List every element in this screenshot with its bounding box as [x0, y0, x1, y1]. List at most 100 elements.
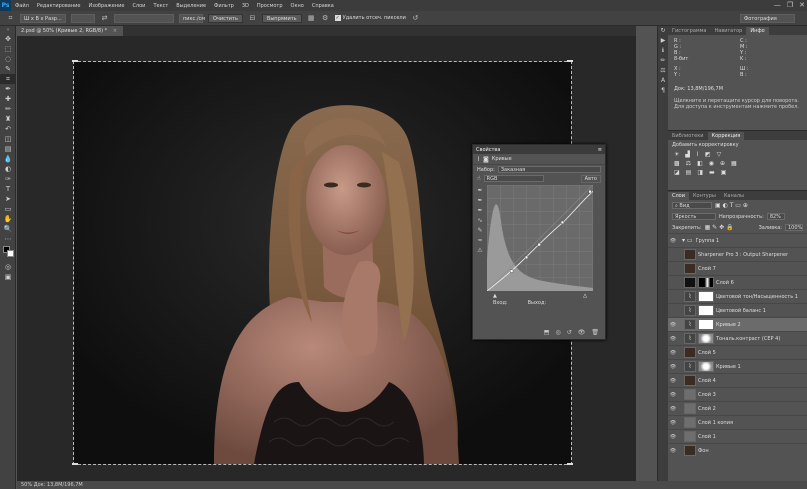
- white-point-eyedropper-icon[interactable]: ✒: [477, 207, 482, 214]
- layer-thumbnail[interactable]: [684, 375, 696, 386]
- crop-handle[interactable]: [72, 60, 78, 62]
- layer-visibility-eye-icon[interactable]: 👁: [668, 350, 678, 356]
- delete-adjustment-icon[interactable]: 🗑: [591, 329, 599, 336]
- invert-icon[interactable]: ◪: [674, 169, 680, 176]
- brush-preset-icon[interactable]: ✏: [658, 56, 668, 66]
- posterize-icon[interactable]: ▤: [686, 169, 692, 176]
- tab-navigator[interactable]: Навигатор: [711, 27, 747, 35]
- crop-tool-icon[interactable]: ⌗: [0, 74, 16, 84]
- tab-histogram[interactable]: Гистограмма: [668, 27, 711, 35]
- screen-mode-icon[interactable]: ▣: [0, 272, 16, 282]
- layer-thumbnail[interactable]: [684, 389, 696, 400]
- tab-adjustments[interactable]: Коррекция: [707, 132, 745, 140]
- reset-icon[interactable]: ↺: [411, 14, 420, 23]
- layer-thumbnail[interactable]: ⌇: [684, 291, 696, 302]
- layer-thumbnail[interactable]: [684, 277, 696, 288]
- brush-tool-icon[interactable]: ✏: [0, 104, 16, 114]
- overlay-grid-icon[interactable]: ▦: [307, 14, 316, 23]
- layer-thumbnail[interactable]: [684, 347, 696, 358]
- layer-visibility-eye-icon[interactable]: 👁: [668, 378, 678, 384]
- crop-handle[interactable]: [567, 463, 573, 465]
- eyedropper-tool-icon[interactable]: ✒: [0, 84, 16, 94]
- black-white-icon[interactable]: ◧: [697, 160, 703, 167]
- preset-select[interactable]: Заказная: [497, 166, 601, 173]
- layer-mask-thumbnail[interactable]: [698, 305, 714, 316]
- menu-window[interactable]: Окно: [287, 3, 308, 9]
- brightness-icon[interactable]: ☀: [674, 151, 679, 158]
- photo-filter-icon[interactable]: ◉: [709, 160, 714, 167]
- layer-thumbnail[interactable]: [684, 431, 696, 442]
- layer-row[interactable]: 👁 ⌇ Кривые 2: [668, 317, 807, 331]
- target-adjust-icon[interactable]: ☝: [477, 175, 481, 182]
- threshold-icon[interactable]: ◨: [697, 169, 703, 176]
- crop-handle[interactable]: [72, 463, 78, 465]
- layer-visibility-eye-icon[interactable]: 👁: [668, 238, 678, 244]
- layer-visibility-eye-icon[interactable]: 👁: [668, 434, 678, 440]
- layer-thumbnail[interactable]: ⌇: [684, 305, 696, 316]
- hand-tool-icon[interactable]: ✋: [0, 214, 16, 224]
- restore-button[interactable]: ❐: [787, 0, 793, 11]
- color-lookup-icon[interactable]: ▦: [731, 160, 737, 167]
- color-balance-icon[interactable]: ⚖: [686, 160, 691, 167]
- layer-row[interactable]: 👁 Слой 5: [668, 345, 807, 359]
- move-tool-icon[interactable]: ✥: [0, 34, 16, 44]
- blur-tool-icon[interactable]: 💧: [0, 154, 16, 164]
- marquee-tool-icon[interactable]: ⬚: [0, 44, 16, 54]
- menu-view[interactable]: Просмотр: [253, 3, 287, 9]
- history-brush-icon[interactable]: ↶: [0, 124, 16, 134]
- layer-row[interactable]: ⌇ Цветовой баланс 1: [668, 303, 807, 317]
- path-select-icon[interactable]: ➤: [0, 194, 16, 204]
- menu-filter[interactable]: Фильтр: [210, 3, 238, 9]
- tab-libraries[interactable]: Библиотеки: [668, 132, 708, 140]
- layer-row[interactable]: 👁 ⌇ Тональ.контраст (CEP 4): [668, 331, 807, 345]
- quick-select-tool-icon[interactable]: ✎: [0, 64, 16, 74]
- channel-select[interactable]: RGB: [483, 175, 544, 182]
- menu-3d[interactable]: 3D: [238, 3, 253, 9]
- units-field[interactable]: пикс./см: [179, 13, 205, 23]
- gradient-map-icon[interactable]: ▬: [709, 169, 715, 176]
- info-icon[interactable]: ℹ: [658, 46, 668, 56]
- layer-mask-thumbnail[interactable]: [698, 361, 714, 372]
- view-previous-icon[interactable]: ◎: [555, 329, 560, 336]
- delete-cropped-checkbox[interactable]: ✓ Удалить отсеч. пиксели: [334, 15, 406, 21]
- menu-help[interactable]: Справка: [308, 3, 338, 9]
- settings-gear-icon[interactable]: ⚙: [321, 14, 330, 23]
- gradient-tool-icon[interactable]: ▤: [0, 144, 16, 154]
- lock-icons[interactable]: ▦ ✎ ✥ 🔒: [705, 224, 734, 231]
- black-point-eyedropper-icon[interactable]: ✒: [477, 187, 482, 194]
- more-tools-icon[interactable]: ⋯: [0, 234, 16, 244]
- layer-row[interactable]: 👁 Слой 3: [668, 387, 807, 401]
- layer-thumbnail[interactable]: ⌇: [684, 319, 696, 330]
- layer-visibility-eye-icon[interactable]: 👁: [668, 392, 678, 398]
- clone-stamp-icon[interactable]: ♜: [0, 114, 16, 124]
- layer-thumbnail[interactable]: [684, 263, 696, 274]
- curves-graph[interactable]: [487, 185, 593, 291]
- edit-points-icon[interactable]: ∿: [477, 217, 482, 224]
- black-slider-icon[interactable]: ▲: [493, 293, 497, 299]
- layer-row[interactable]: ⌇ Цветовой тон/Насыщенность 1: [668, 289, 807, 303]
- tab-paths[interactable]: Контуры: [689, 192, 720, 200]
- layer-row[interactable]: 👁 Слой 2: [668, 401, 807, 415]
- workspace-select[interactable]: Фотография: [740, 14, 795, 23]
- close-tab-icon[interactable]: ×: [113, 28, 117, 34]
- layer-thumbnail[interactable]: ⌇: [684, 333, 696, 344]
- layer-visibility-eye-icon[interactable]: 👁: [668, 448, 678, 454]
- channel-mixer-icon[interactable]: ⊕: [720, 160, 725, 167]
- menu-edit[interactable]: Редактирование: [33, 3, 85, 9]
- document-tab[interactable]: 2.psd @ 50% (Кривые 2, RGB/8) * ×: [17, 26, 123, 36]
- layer-visibility-eye-icon[interactable]: 👁: [668, 420, 678, 426]
- layer-mask-thumbnail[interactable]: [698, 291, 714, 302]
- menu-layers[interactable]: Слои: [128, 3, 149, 9]
- crop-ratio-select[interactable]: Ш x В x Разр...: [20, 13, 66, 23]
- eraser-tool-icon[interactable]: ◫: [0, 134, 16, 144]
- curves-icon[interactable]: ⌇: [696, 151, 699, 158]
- menu-image[interactable]: Изображение: [84, 3, 128, 9]
- layer-row[interactable]: 👁 Фон: [668, 443, 807, 457]
- quick-mask-icon[interactable]: ◎: [0, 262, 16, 272]
- menu-select[interactable]: Выделение: [172, 3, 210, 9]
- layer-thumbnail[interactable]: ⌇: [684, 361, 696, 372]
- layer-filter-icons[interactable]: ▣ ◐ T ▭ ⊕: [715, 202, 748, 209]
- hue-sat-icon[interactable]: ▩: [674, 160, 680, 167]
- type-tool-icon[interactable]: T: [0, 184, 16, 194]
- height-field[interactable]: [114, 13, 174, 23]
